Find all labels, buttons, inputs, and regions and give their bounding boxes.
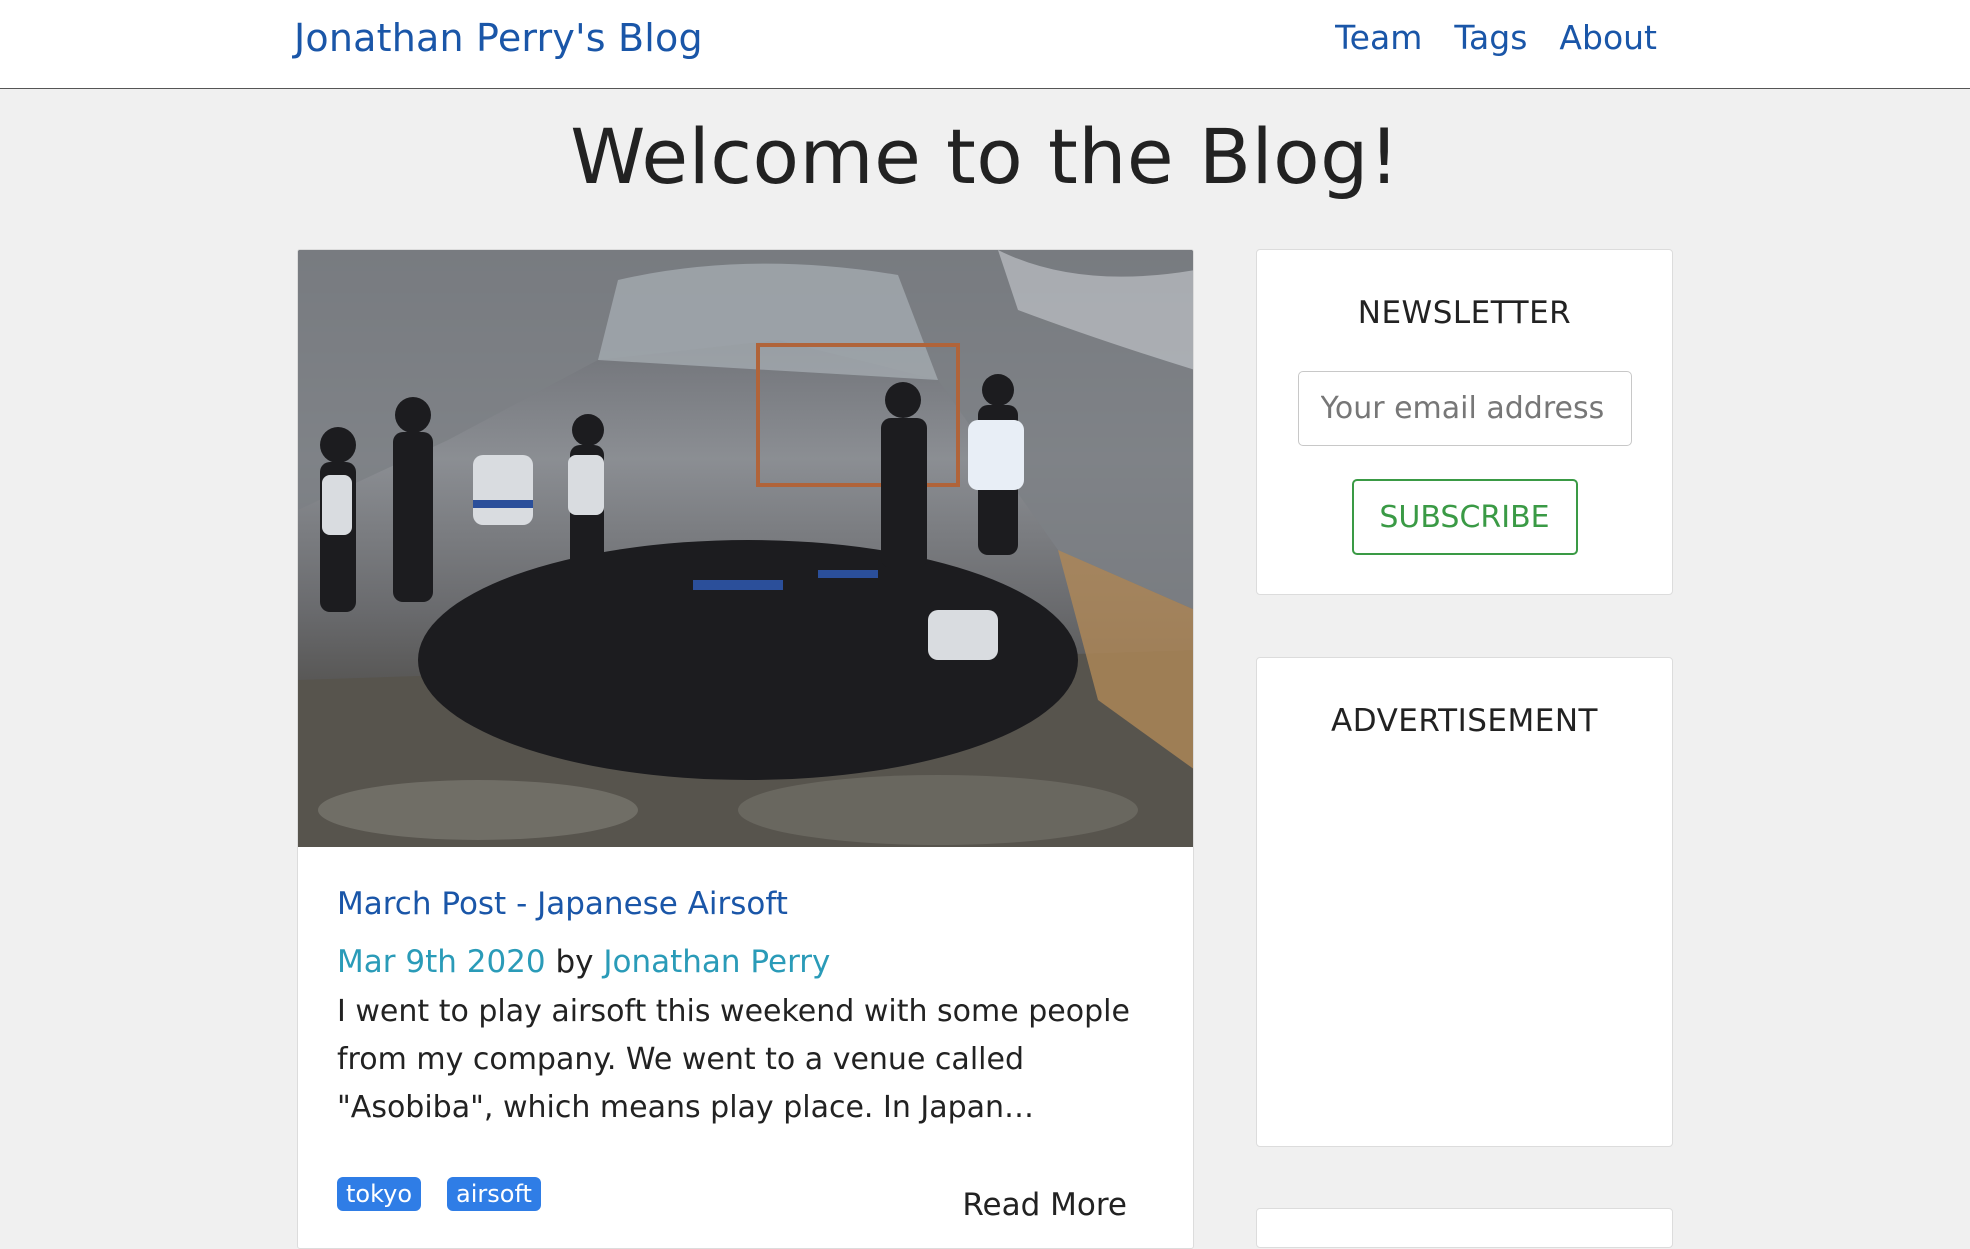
nav-links: Team Tags About — [1335, 18, 1657, 57]
post-excerpt: I went to play airsoft this weekend with… — [337, 994, 1130, 1125]
tag-tokyo[interactable]: tokyo — [337, 1177, 422, 1211]
post-title-link[interactable]: March Post - Japanese Airsoft — [337, 886, 1157, 922]
top-navbar: Jonathan Perry's Blog Team Tags About — [0, 0, 1970, 89]
page-title: Welcome to the Blog! — [570, 112, 1400, 201]
post-author-link[interactable]: Jonathan Perry — [603, 944, 830, 980]
post-image[interactable] — [298, 250, 1193, 847]
nav-link-tags[interactable]: Tags — [1454, 18, 1527, 57]
email-input[interactable] — [1297, 371, 1632, 446]
nav-link-about[interactable]: About — [1559, 18, 1657, 57]
advertisement-heading: ADVERTISEMENT — [1331, 703, 1598, 739]
newsletter-card: NEWSLETTER SUBSCRIBE — [1256, 249, 1673, 595]
post-card: March Post - Japanese Airsoft Mar 9th 20… — [297, 249, 1194, 1249]
post-body: March Post - Japanese Airsoft Mar 9th 20… — [337, 886, 1157, 1132]
newsletter-heading: NEWSLETTER — [1357, 295, 1572, 331]
nav-link-team[interactable]: Team — [1335, 18, 1422, 57]
tag-airsoft[interactable]: airsoft — [447, 1177, 541, 1211]
post-photo-illustration — [298, 250, 1193, 847]
read-more-link[interactable]: Read More — [962, 1187, 1127, 1223]
post-by-label: by — [555, 944, 594, 980]
subscribe-button[interactable]: SUBSCRIBE — [1351, 479, 1578, 555]
post-meta: Mar 9th 2020 by Jonathan Perry — [337, 944, 1157, 980]
advertisement-card: ADVERTISEMENT — [1256, 657, 1673, 1147]
blog-brand-link[interactable]: Jonathan Perry's Blog — [294, 16, 703, 60]
post-tags: tokyo airsoft — [337, 1177, 541, 1211]
sidebar-card-partial — [1256, 1208, 1673, 1248]
post-date-link[interactable]: Mar 9th 2020 — [337, 944, 546, 980]
